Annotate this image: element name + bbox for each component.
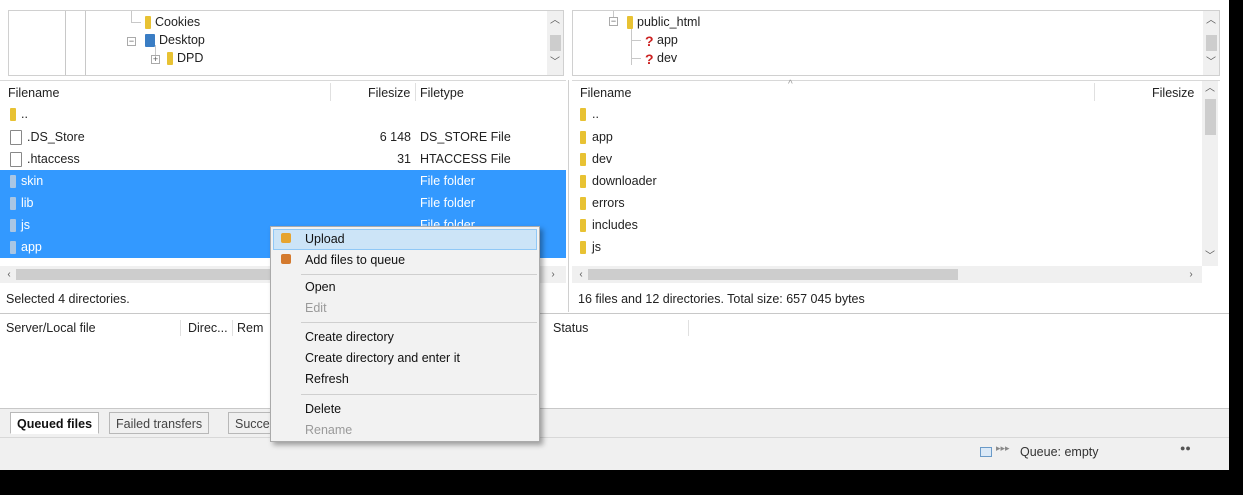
column-header-server-local-file[interactable]: Server/Local file [6, 318, 96, 338]
column-header-filename[interactable]: Filename [8, 83, 59, 103]
list-item[interactable]: js [580, 236, 601, 258]
menu-item-refresh[interactable]: Refresh [305, 369, 349, 390]
scroll-left-icon[interactable]: ‹ [2, 269, 16, 281]
scroll-down-icon[interactable]: ﹀ [548, 57, 562, 69]
scroll-up-icon[interactable]: ︿ [1204, 15, 1218, 27]
menu-item-edit: Edit [305, 301, 327, 315]
folder-icon [167, 52, 173, 66]
filezilla-window: Cookies − Desktop + DPD ︿ ﹀ − public_htm… [0, 0, 1229, 470]
scrollbar-thumb[interactable] [1206, 35, 1217, 51]
tree-item-public-html[interactable]: public_html [627, 13, 700, 31]
context-menu: Upload Add files to queue Open Edit Crea… [270, 226, 540, 442]
menu-item-create-directory-and-enter[interactable]: Create directory and enter it [305, 348, 460, 369]
local-status-text: Selected 4 directories. [6, 292, 130, 306]
scrollbar-thumb[interactable] [550, 35, 561, 51]
list-item[interactable]: includes [580, 214, 638, 236]
menu-item-add-files-to-queue[interactable]: Add files to queue [305, 250, 405, 271]
folder-icon [580, 175, 586, 189]
folder-icon [145, 16, 151, 30]
menu-item-rename: Rename [305, 423, 353, 437]
column-header-remote-file[interactable]: Rem [237, 318, 263, 338]
menu-item-create-directory[interactable]: Create directory [305, 327, 394, 348]
list-item[interactable]: .htaccess 31 HTACCESS File [0, 148, 566, 170]
column-header-filetype[interactable]: Filetype [420, 83, 464, 103]
column-header-filename[interactable]: Filename [580, 83, 631, 103]
folder-icon [627, 16, 633, 30]
folder-icon [10, 175, 16, 189]
queue-icon [980, 447, 992, 457]
file-icon [10, 152, 22, 168]
file-icon [10, 130, 22, 146]
list-item[interactable]: lib File folder [0, 192, 566, 214]
scroll-down-icon[interactable]: ﹀ [1204, 57, 1218, 69]
menu-item-upload[interactable]: Upload [305, 229, 345, 250]
scrollbar-thumb[interactable] [1205, 99, 1216, 135]
list-item[interactable]: .. [0, 103, 566, 125]
remote-tree-pane[interactable]: − public_html ? app ? dev ︿ ﹀ [572, 10, 1220, 76]
remote-file-list[interactable]: Filename ^ Filesize .. app dev downloade… [572, 79, 1220, 286]
add-to-queue-icon [281, 254, 291, 264]
menu-item-delete[interactable]: Delete [305, 399, 341, 420]
folder-icon [10, 108, 16, 122]
connection-status-icon: ●● [1180, 443, 1191, 453]
scrollbar-thumb[interactable] [588, 269, 958, 280]
scroll-right-icon[interactable]: › [1184, 269, 1198, 281]
scroll-right-icon[interactable]: › [546, 269, 560, 281]
remote-status-text: 16 files and 12 directories. Total size:… [578, 292, 865, 306]
tree-item-cookies[interactable]: Cookies [145, 13, 200, 31]
desktop-folder-icon [145, 34, 155, 48]
folder-icon [10, 219, 16, 233]
list-item[interactable]: app [580, 126, 613, 148]
folder-icon [10, 197, 16, 211]
list-item[interactable]: dev [580, 148, 612, 170]
list-item[interactable]: .DS_Store 6 148 DS_STORE File [0, 126, 566, 148]
unknown-folder-icon: ? [645, 32, 654, 49]
folder-icon [580, 219, 586, 233]
column-header-filesize[interactable]: Filesize [368, 83, 410, 103]
folder-icon [580, 153, 586, 167]
tab-failed-transfers[interactable]: Failed transfers [109, 412, 210, 434]
sort-indicator-icon: ^ [788, 79, 793, 90]
list-item[interactable]: .. [580, 103, 599, 125]
scroll-left-icon[interactable]: ‹ [574, 269, 588, 281]
folder-icon [580, 241, 586, 255]
collapse-icon[interactable]: − [609, 17, 618, 26]
folder-icon [580, 197, 586, 211]
queue-status-text: Queue: empty [1020, 445, 1099, 459]
column-header-filesize[interactable]: Filesize [1152, 83, 1194, 103]
folder-icon [580, 108, 586, 122]
transfer-arrows-icon: ▸▸▸ [996, 443, 1010, 453]
column-header-direction[interactable]: Direc... [188, 318, 228, 338]
list-item[interactable]: downloader [580, 170, 657, 192]
tree-item-dpd[interactable]: DPD [167, 49, 203, 67]
list-item[interactable]: skin File folder [0, 170, 566, 192]
expand-icon[interactable]: + [151, 55, 160, 64]
tree-item-dev[interactable]: ? dev [645, 49, 677, 67]
scroll-up-icon[interactable]: ︿ [1203, 83, 1217, 95]
list-item[interactable]: errors [580, 192, 625, 214]
column-header-status[interactable]: Status [553, 318, 588, 338]
collapse-icon[interactable]: − [127, 37, 136, 46]
menu-item-open[interactable]: Open [305, 277, 336, 298]
scroll-up-icon[interactable]: ︿ [548, 15, 562, 27]
scroll-down-icon[interactable]: ﹀ [1203, 251, 1217, 263]
folder-icon [10, 241, 16, 255]
local-tree-pane[interactable]: Cookies − Desktop + DPD ︿ ﹀ [8, 10, 564, 76]
tree-item-desktop[interactable]: Desktop [145, 31, 205, 49]
tab-queued-files[interactable]: Queued files [10, 412, 100, 434]
folder-icon [580, 131, 586, 145]
unknown-folder-icon: ? [645, 50, 654, 67]
upload-icon [281, 233, 291, 243]
queue-panel[interactable]: Server/Local file Direc... Rem Status [0, 314, 1229, 410]
tree-item-app[interactable]: ? app [645, 31, 678, 49]
